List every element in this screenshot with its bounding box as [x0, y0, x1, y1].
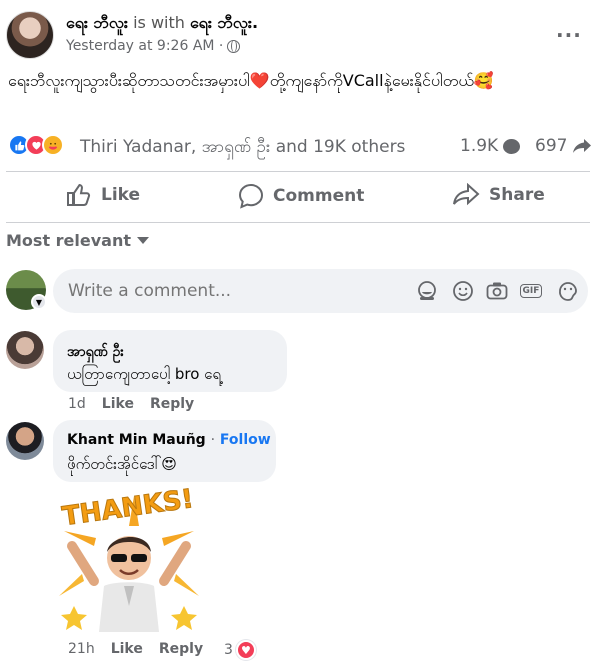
comment-text: ယတြာကျေတာပေါ့ bro ရေ့ [67, 365, 221, 383]
post-meta: Yesterday at 9:26 AM · [66, 38, 241, 54]
love-icon: ♥ [235, 640, 256, 660]
sticker-icon[interactable] [556, 279, 580, 303]
tagged-user-name[interactable]: ရေး ဘီလူး. [190, 13, 258, 32]
comment-input[interactable] [68, 281, 328, 301]
post-text: ရေးဘီလူးကျသွားပီးဆိုတာသတင်းအမှားပါ❤️တို့… [8, 71, 494, 90]
comment-reactions[interactable]: 3 ♥ [224, 640, 256, 660]
name-separator: · [210, 432, 216, 448]
thanks-sticker[interactable]: THANKS! [54, 486, 204, 632]
globe-icon [227, 39, 241, 53]
post-author-line: ရေး ဘီလူး is with ရေး ဘီလူး. [66, 12, 258, 36]
comment-button[interactable]: Comment [238, 183, 364, 209]
commenter-avatar[interactable] [6, 422, 44, 460]
comment-icon [238, 183, 264, 209]
commenter-name[interactable]: အာရှဏ် ဦး [67, 342, 124, 363]
comment-reply-button[interactable]: Reply [159, 641, 203, 657]
share-arrow-icon [573, 139, 592, 153]
chevron-down-icon [137, 237, 149, 244]
post-author-name[interactable]: ရေး ဘီလူး [66, 13, 128, 32]
commenter-avatar[interactable] [6, 331, 44, 369]
comment-text: ဖိုက်တင်းအိုင်ဒေါ်😍 [67, 455, 177, 473]
comment-like-button[interactable]: Like [102, 396, 134, 412]
with-text: is with [133, 13, 185, 32]
camera-icon[interactable] [485, 279, 509, 303]
comment-time[interactable]: 1d [68, 396, 86, 412]
divider [6, 222, 590, 223]
sort-dropdown[interactable]: Most relevant [6, 231, 149, 250]
comment-reaction-count: 3 [224, 642, 233, 658]
follow-button[interactable]: Follow [220, 432, 271, 448]
chevron-down-icon[interactable]: ▼ [31, 294, 47, 310]
comment-bubble-icon [503, 138, 521, 154]
share-icon [453, 183, 480, 206]
comment-reply-button[interactable]: Reply [150, 396, 194, 412]
comment-like-button[interactable]: Like [111, 641, 143, 657]
like-button-label: Like [101, 185, 141, 205]
emoji-icon[interactable] [451, 279, 475, 303]
comment-meta: 21h Like Reply [68, 641, 203, 657]
care-icon [42, 134, 64, 156]
share-button-label: Share [489, 185, 545, 205]
like-button[interactable]: Like [66, 183, 140, 207]
sort-label: Most relevant [6, 231, 131, 250]
comment-meta: 1d Like Reply [68, 396, 194, 412]
comment-count[interactable]: 1.9K [460, 136, 521, 156]
share-button[interactable]: Share [452, 183, 545, 207]
gif-icon[interactable]: GIF [519, 279, 543, 303]
reaction-icons[interactable] [8, 134, 64, 156]
comment-time[interactable]: 21h [68, 641, 95, 657]
divider [6, 171, 590, 172]
post-timestamp[interactable]: Yesterday at 9:26 AM · [66, 38, 223, 54]
avatar-sticker-icon[interactable] [415, 279, 439, 303]
like-icon [67, 183, 91, 206]
share-count[interactable]: 697 [535, 136, 592, 156]
comment-button-label: Comment [273, 186, 365, 206]
more-options-icon[interactable]: ··· [556, 23, 582, 47]
commenter-name[interactable]: Khant Min Mauñg [67, 432, 206, 448]
post-author-avatar[interactable] [6, 11, 54, 59]
reaction-names[interactable]: Thiri Yadanar, အာရှဏ် ဦး and 19K others [80, 136, 405, 161]
share-count-value: 697 [535, 136, 568, 156]
commenter-name-line: Khant Min Mauñg · Follow [67, 432, 271, 448]
sticker-thanks-text: THANKS! [60, 486, 195, 532]
sticker-character [67, 536, 191, 632]
comment-count-value: 1.9K [460, 136, 499, 156]
